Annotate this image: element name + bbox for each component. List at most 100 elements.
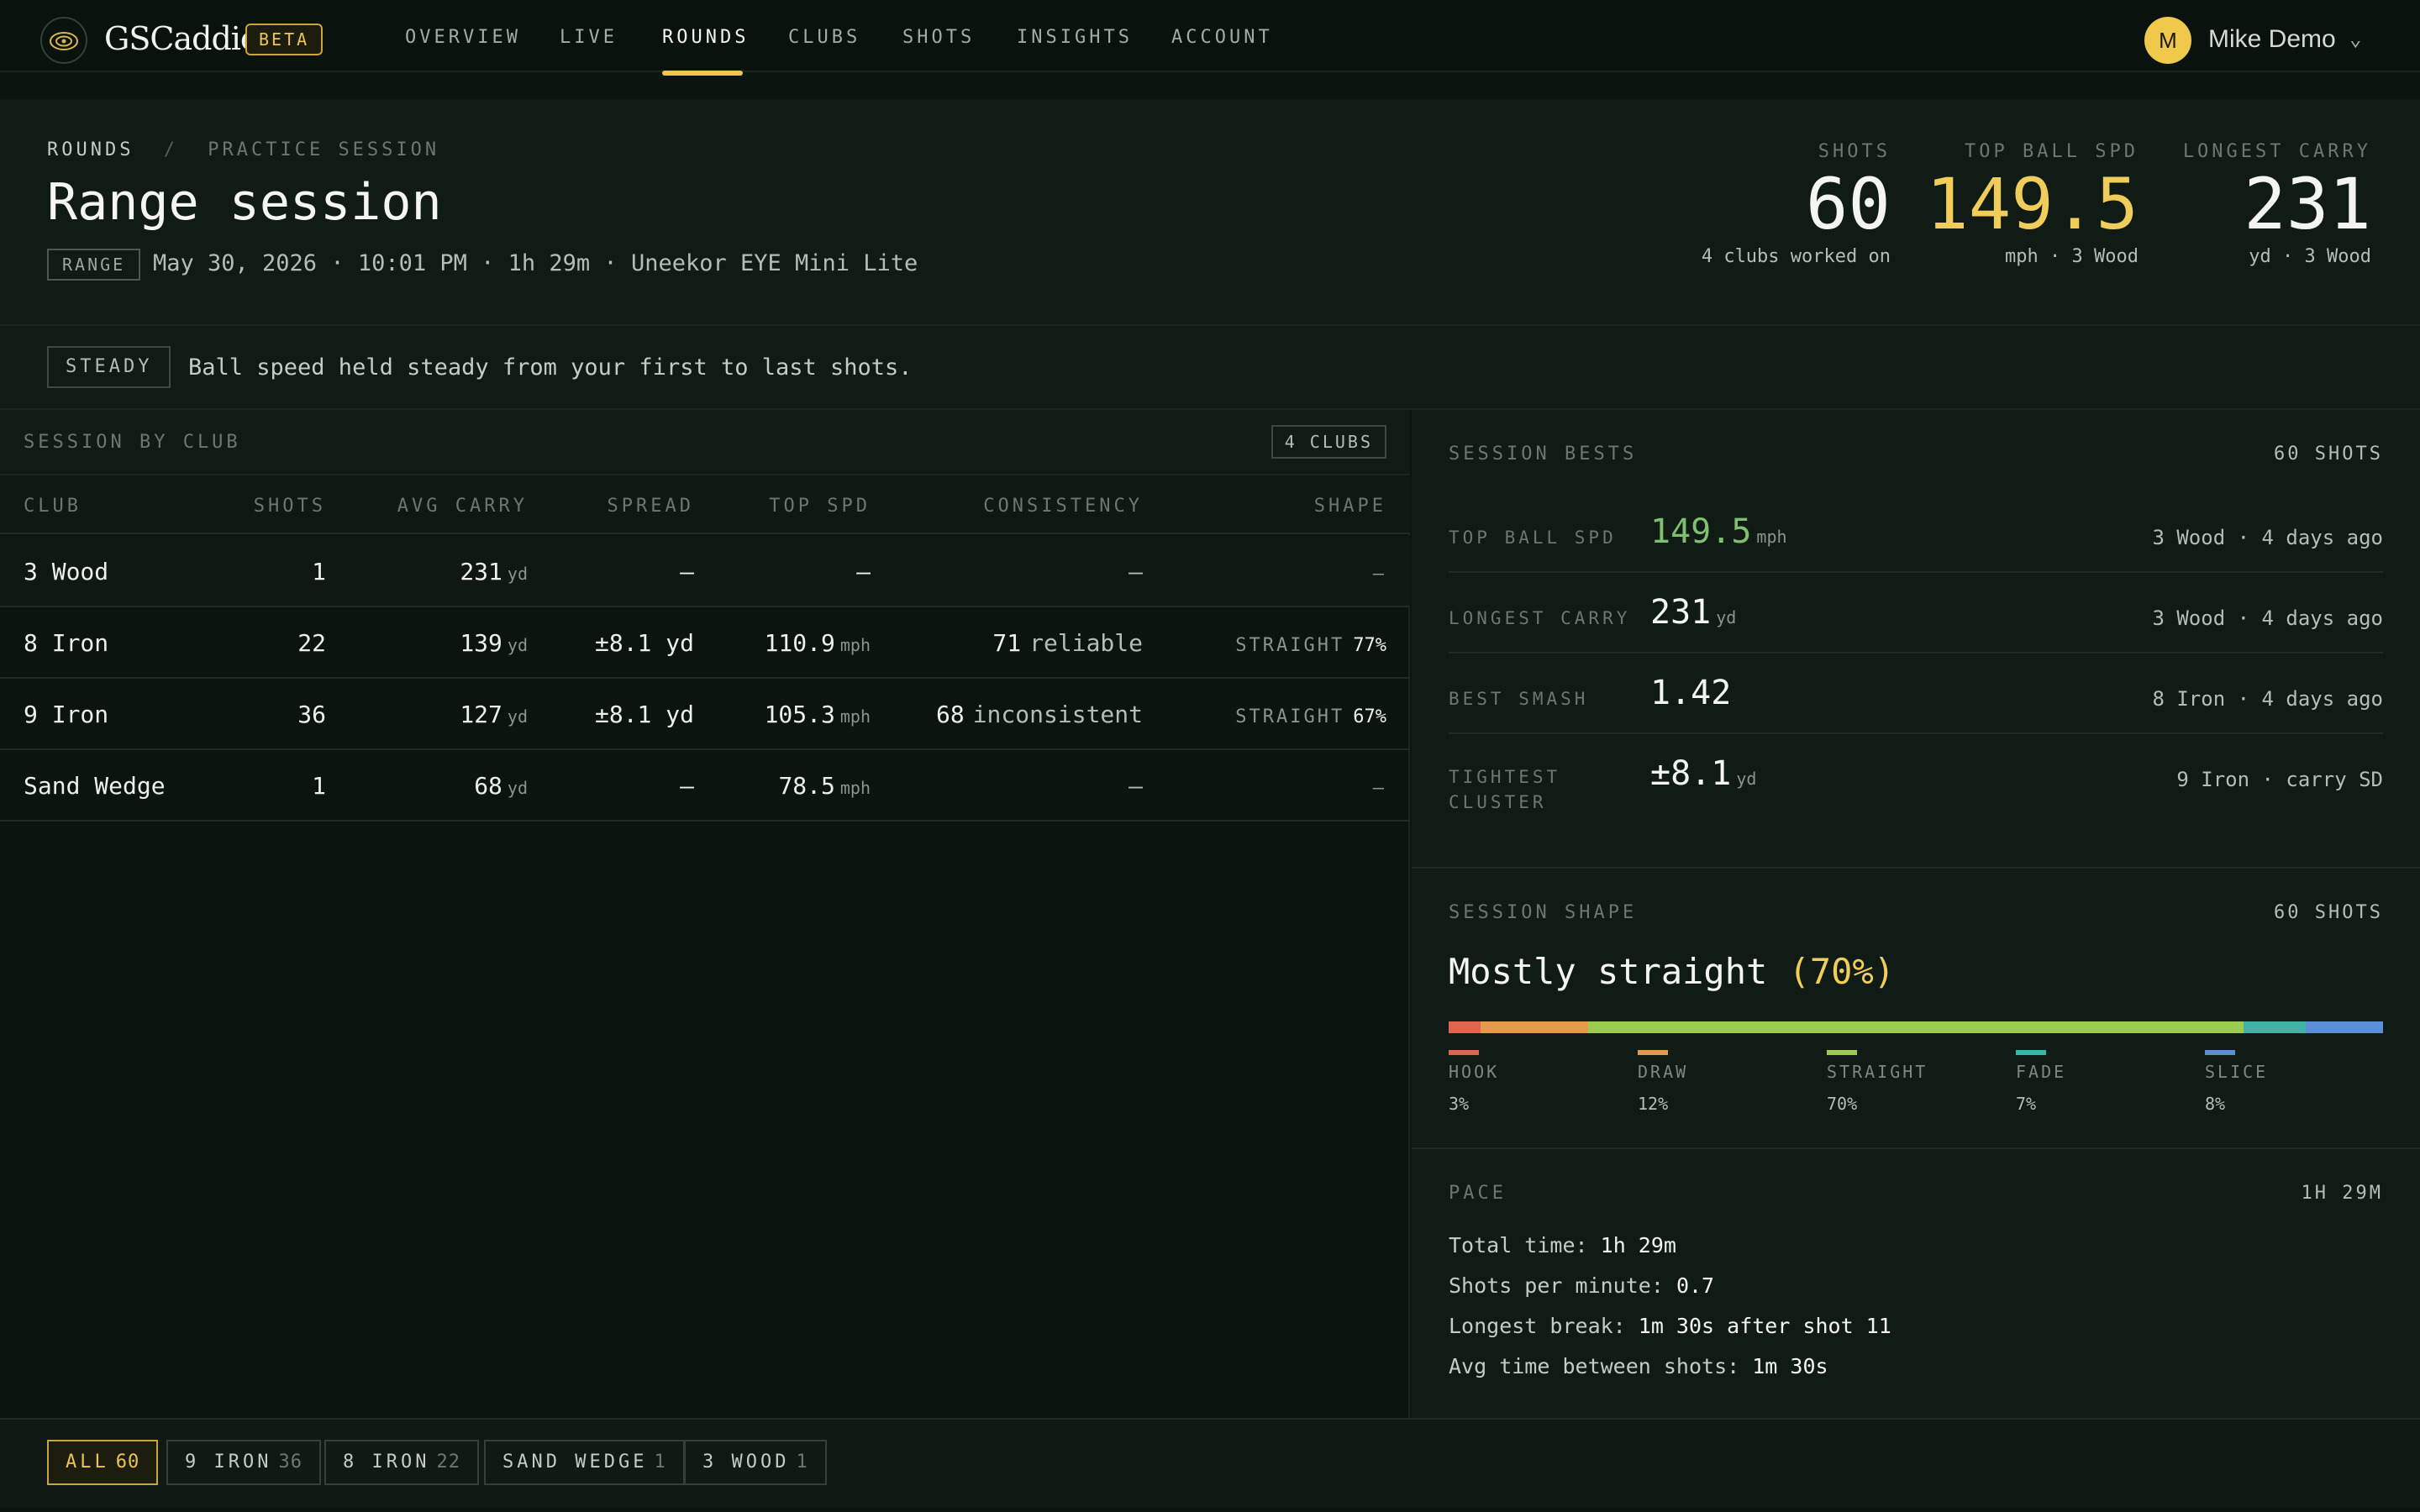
right-column: SESSION BESTS 60 SHOTS TOP BALL SPD 149.5… (1412, 410, 2420, 1418)
brand-name[interactable]: GSCaddie (104, 20, 259, 57)
chip-label: ALL (66, 1452, 109, 1473)
chip-count: 1 (654, 1452, 666, 1473)
col-spread[interactable]: SPREAD (608, 496, 694, 517)
active-nav-indicator (662, 71, 743, 76)
avatar[interactable]: M (2144, 17, 2191, 64)
club-name: 3 Wood (24, 558, 109, 585)
shape: STRAIGHT 77% (1235, 629, 1386, 657)
best-value-unit: mph (1756, 527, 1787, 547)
stat-label: TOP BALL SPD (1965, 141, 2139, 162)
shots-count: 60 SHOTS (2274, 902, 2383, 923)
col-top-speed[interactable]: TOP SPD (769, 496, 871, 517)
best-reference: 9 Iron · carry SD (2176, 768, 2383, 791)
filter-chip-3-wood[interactable]: 3 WOOD 1 (684, 1440, 827, 1485)
col-shots[interactable]: SHOTS (254, 496, 326, 517)
consistency: – (1128, 772, 1143, 800)
breadcrumb-separator: / (163, 139, 178, 160)
user-name[interactable]: Mike Demo (2208, 25, 2336, 54)
table-row[interactable]: 9 Iron 36 127 yd ±8.1 yd 105.3 mph 68 inconsiste… (0, 679, 1410, 750)
club-name: Sand Wedge (24, 772, 166, 800)
chip-count: 60 (115, 1452, 140, 1473)
stat-value: 60 (1805, 163, 1891, 245)
legend-pct: 70% (1827, 1094, 1858, 1114)
avg-carry-unit: yd (507, 778, 528, 798)
spread: – (680, 558, 694, 585)
best-value-number: ±8.1 (1650, 754, 1732, 793)
nav-rounds[interactable]: ROUNDS (662, 27, 749, 48)
table-row[interactable]: 8 Iron 22 139 yd ±8.1 yd 110.9 mph 71 reliable ST… (0, 607, 1410, 679)
filter-chip-all[interactable]: ALL 60 (47, 1440, 159, 1485)
pace-label: Longest break: (1449, 1314, 1626, 1338)
avg-carry-unit: yd (507, 635, 528, 655)
nav-clubs[interactable]: CLUBS (788, 27, 860, 48)
table-row[interactable]: 3 Wood 1 231 yd – – – – (0, 536, 1410, 607)
table-row[interactable]: Sand Wedge 1 68 yd – 78.5 mph – – (0, 750, 1410, 822)
legend-swatch (1827, 1050, 1857, 1055)
logo-icon[interactable] (40, 17, 87, 64)
col-shape[interactable]: SHAPE (1314, 496, 1386, 517)
shape-pct: – (1372, 564, 1386, 585)
best-value-unit: yd (1716, 607, 1737, 627)
stat-longest-carry: LONGEST CARRY 231 yd · 3 Wood (2183, 141, 2371, 267)
top-nav: GSCaddie BETA OVERVIEW LIVE ROUNDS CLUBS… (0, 0, 2420, 76)
shots-count: 36 (297, 701, 326, 728)
panel-title: SESSION BESTS (1449, 444, 1638, 465)
stat-sub: 4 clubs worked on (1701, 246, 1891, 267)
stat-top-ball-speed: TOP BALL SPD 149.5 mph · 3 Wood (1926, 141, 2139, 267)
nav-live[interactable]: LIVE (560, 27, 618, 48)
pace-value: 0.7 (1676, 1273, 1715, 1298)
shots-count: 60 SHOTS (2274, 444, 2383, 465)
chip-count: 1 (796, 1452, 808, 1473)
session-meta: May 30, 2026 · 10:01 PM · 1h 29m · Uneek… (153, 250, 918, 276)
pace-label: Avg time between shots: (1449, 1354, 1740, 1378)
insight-banner: STEADY Ball speed held steady from your … (0, 326, 2420, 410)
spread: – (680, 772, 694, 800)
filter-chip-sand-wedge[interactable]: SAND WEDGE 1 (484, 1440, 685, 1485)
breadcrumb-rounds[interactable]: ROUNDS (47, 139, 134, 160)
top-speed-unit: mph (839, 778, 871, 798)
col-consistency[interactable]: CONSISTENCY (983, 496, 1143, 517)
steady-badge: STEADY (47, 346, 171, 388)
avg-carry-unit: yd (507, 706, 528, 727)
top-speed-value: 110.9 (764, 629, 835, 657)
insight-text: Ball speed held steady from your first t… (188, 354, 913, 381)
clubs-count-badge: 4 CLUBS (1270, 425, 1386, 459)
shape-segment-fade (2244, 1021, 2306, 1033)
legend-pct: 8% (2205, 1094, 2226, 1114)
nav-shots[interactable]: SHOTS (902, 27, 975, 48)
shape-pct: 77% (1353, 635, 1386, 656)
pace-label: Total time: (1449, 1233, 1588, 1257)
session-by-club-panel: SESSION BY CLUB 4 CLUBS CLUB SHOTS AVG C… (0, 410, 1410, 1418)
legend-name: HOOK (1449, 1062, 1500, 1082)
consistency: – (1128, 558, 1143, 585)
legend-name: DRAW (1638, 1062, 1689, 1082)
panel-title: PACE (1449, 1183, 1507, 1204)
filter-chip-8-iron[interactable]: 8 IRON 22 (324, 1440, 479, 1485)
stat-sub: mph · 3 Wood (2005, 246, 2139, 267)
stat-label: SHOTS (1818, 141, 1891, 162)
legend-name: STRAIGHT (1827, 1062, 1928, 1082)
shape-segment-slice (2305, 1021, 2383, 1033)
legend-name: SLICE (2205, 1062, 2269, 1082)
chip-count: 22 (436, 1452, 460, 1473)
shots-count: 1 (312, 772, 326, 800)
chevron-down-icon[interactable]: ⌄ (2349, 27, 2361, 50)
avg-carry-unit: yd (507, 564, 528, 584)
nav-account[interactable]: ACCOUNT (1171, 27, 1273, 48)
col-club[interactable]: CLUB (24, 496, 82, 517)
shape-headline-pct: (70%) (1788, 951, 1896, 992)
filter-chip-9-iron[interactable]: 9 IRON 36 (166, 1440, 321, 1485)
best-value: 1.42 (1650, 674, 1731, 712)
legend-swatch (1449, 1050, 1479, 1055)
avg-carry: 139 yd (460, 629, 528, 657)
panel-title: SESSION SHAPE (1449, 902, 1638, 923)
nav-insights[interactable]: INSIGHTS (1017, 27, 1133, 48)
nav-overview[interactable]: OVERVIEW (405, 27, 521, 48)
top-speed-value: 78.5 (778, 772, 835, 800)
spread: ±8.1 yd (594, 701, 694, 728)
breadcrumb-current: PRACTICE SESSION (208, 139, 440, 160)
consistency-label: reliable (1029, 629, 1143, 657)
col-avg-carry[interactable]: AVG CARRY (397, 496, 528, 517)
best-value: 231 yd (1650, 593, 1736, 632)
avg-carry: 127 yd (460, 701, 528, 728)
